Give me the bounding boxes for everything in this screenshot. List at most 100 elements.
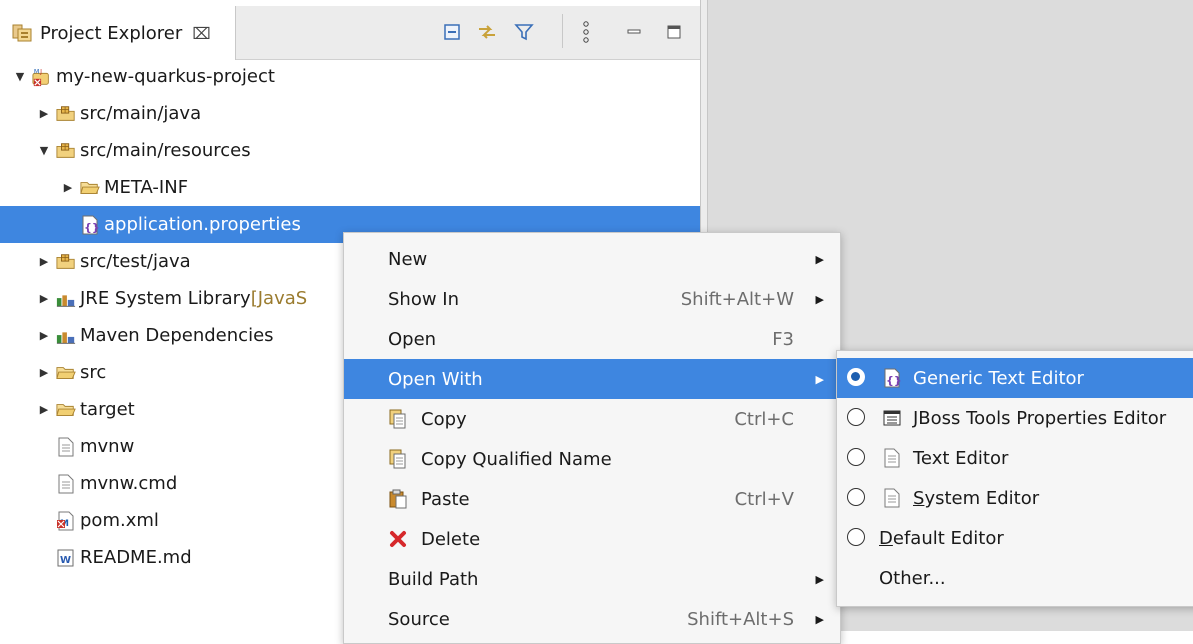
menu-item-paste[interactable]: Paste Ctrl+V — [344, 479, 840, 519]
menu-item-label: Source — [388, 608, 450, 630]
file-icon — [56, 474, 76, 494]
collapse-triangle-icon[interactable]: ▶ — [36, 255, 52, 268]
markdown-file-icon: W — [56, 548, 76, 568]
properties-editor-icon — [882, 408, 902, 428]
label-rest: ystem Editor — [924, 487, 1040, 509]
expand-triangle-icon[interactable]: ▼ — [12, 70, 28, 83]
submenu-arrow-icon: ▶ — [815, 612, 824, 626]
menu-item-source[interactable]: Source Shift+Alt+S ▶ — [344, 599, 840, 639]
open-with-item[interactable]: {} Generic Text Editor — [837, 358, 1193, 398]
open-with-item-label: Other... — [879, 567, 946, 589]
open-with-item[interactable]: System Editor — [837, 478, 1193, 518]
tree-item[interactable]: ▶ src/main/java — [0, 95, 700, 132]
svg-text:M: M — [34, 68, 40, 75]
radio-indicator — [847, 488, 865, 506]
delete-icon — [388, 529, 408, 549]
copy-qualified-name-icon — [388, 449, 408, 469]
collapse-triangle-icon[interactable]: ▶ — [36, 329, 52, 342]
menu-item-accelerator: F3 — [772, 328, 794, 350]
menu-item-label: New — [388, 248, 428, 270]
open-with-item-label: System Editor — [913, 488, 1039, 509]
project-explorer-icon — [12, 23, 34, 43]
radio-indicator — [847, 368, 865, 386]
tree-item-label: META-INF — [104, 177, 189, 198]
source-folder-icon — [56, 141, 76, 161]
collapse-triangle-icon[interactable]: ▶ — [36, 403, 52, 416]
radio-indicator — [847, 448, 865, 466]
submenu-arrow-icon: ▶ — [815, 572, 824, 586]
close-view-icon[interactable]: ⌧ — [192, 24, 210, 43]
menu-item-new[interactable]: New ▶ — [344, 239, 840, 279]
view-header: Project Explorer ⌧ — [0, 0, 700, 60]
tab-project-explorer[interactable]: Project Explorer ⌧ — [0, 6, 236, 60]
open-with-item[interactable]: JBoss Tools Properties Editor — [837, 398, 1193, 438]
tree-item-label: target — [80, 399, 135, 420]
menu-item-show-in[interactable]: Show In Shift+Alt+W ▶ — [344, 279, 840, 319]
open-with-item[interactable]: Text Editor — [837, 438, 1193, 478]
menu-item-label: Paste — [421, 488, 470, 510]
tree-item[interactable]: ▼ src/main/resources — [0, 132, 700, 169]
tree-item-label: mvnw.cmd — [80, 473, 178, 494]
open-with-item[interactable]: Default Editor — [837, 518, 1193, 558]
toolbar-separator — [562, 14, 563, 48]
maximize-icon[interactable] — [662, 20, 686, 44]
tree-item-label: Maven Dependencies — [80, 325, 274, 346]
tree-item-decoration: [JavaS — [250, 288, 308, 309]
menu-item-accelerator: Ctrl+C — [734, 408, 794, 430]
tree-item[interactable]: ▼ M Jmy-new-quarkus-project — [0, 58, 700, 95]
tree-item-label: src/test/java — [80, 251, 191, 272]
menu-item-label: Open — [388, 328, 437, 350]
collapse-triangle-icon[interactable]: ▶ — [60, 181, 76, 194]
open-with-item-label: Default Editor — [879, 528, 1004, 549]
menu-item-accelerator: Ctrl+V — [734, 488, 794, 510]
svg-text:{}: {} — [886, 374, 901, 387]
tree-item-label: src/main/resources — [80, 140, 251, 161]
tree-item-label: pom.xml — [80, 510, 159, 531]
svg-text:J: J — [39, 68, 42, 75]
menu-item-label: Delete — [421, 528, 481, 550]
filter-icon[interactable] — [512, 20, 536, 44]
collapse-triangle-icon[interactable]: ▶ — [36, 292, 52, 305]
tree-item[interactable]: ▶ META-INF — [0, 169, 700, 206]
menu-item-delete[interactable]: Delete — [344, 519, 840, 559]
view-title: Project Explorer — [40, 22, 183, 44]
menu-item-open-with[interactable]: Open With ▶ — [344, 359, 840, 399]
collapse-triangle-icon[interactable]: ▶ — [36, 366, 52, 379]
menu-item-copy[interactable]: Copy Ctrl+C — [344, 399, 840, 439]
open-with-item-label: JBoss Tools Properties Editor — [913, 407, 1167, 429]
menu-item-label: Copy — [421, 408, 467, 430]
submenu-arrow-icon: ▶ — [815, 372, 824, 386]
menu-item-label: Show In — [388, 288, 460, 310]
collapse-all-icon[interactable] — [440, 20, 464, 44]
menu-item-build-path[interactable]: Build Path ▶ — [344, 559, 840, 599]
menu-item-label: Build Path — [388, 568, 479, 590]
library-icon — [56, 289, 76, 309]
library-icon — [56, 326, 76, 346]
tree-item-label: application.properties — [104, 214, 301, 235]
paste-icon — [388, 489, 408, 509]
tree-item-label: JRE System Library — [80, 288, 251, 309]
folder-icon — [56, 400, 76, 420]
link-with-editor-icon[interactable] — [475, 20, 499, 44]
view-menu-icon[interactable] — [574, 20, 598, 44]
collapse-triangle-icon[interactable]: ▶ — [36, 107, 52, 120]
radio-indicator — [847, 528, 865, 546]
svg-text:{}: {} — [84, 221, 99, 234]
minimize-icon[interactable] — [622, 20, 646, 44]
svg-text:W: W — [60, 555, 71, 566]
tree-item-label: src/main/java — [80, 103, 202, 124]
open-with-submenu: {} Generic Text Editor JBoss Tools Propert… — [836, 350, 1193, 607]
copy-icon — [388, 409, 408, 429]
menu-item-open[interactable]: Open F3 — [344, 319, 840, 359]
menu-item-label: Copy Qualified Name — [421, 448, 612, 470]
maven-project-icon: MJ — [32, 67, 52, 87]
generic-text-editor-icon: {} — [882, 368, 902, 388]
open-with-item[interactable]: Other... — [837, 558, 1193, 598]
menu-item-copy-qualified-name[interactable]: Copy Qualified Name — [344, 439, 840, 479]
folder-icon — [80, 178, 100, 198]
text-editor-icon — [882, 448, 902, 468]
submenu-arrow-icon: ▶ — [815, 292, 824, 306]
expand-triangle-icon[interactable]: ▼ — [36, 144, 52, 157]
source-folder-icon — [56, 104, 76, 124]
pom-file-icon: M — [56, 511, 76, 531]
